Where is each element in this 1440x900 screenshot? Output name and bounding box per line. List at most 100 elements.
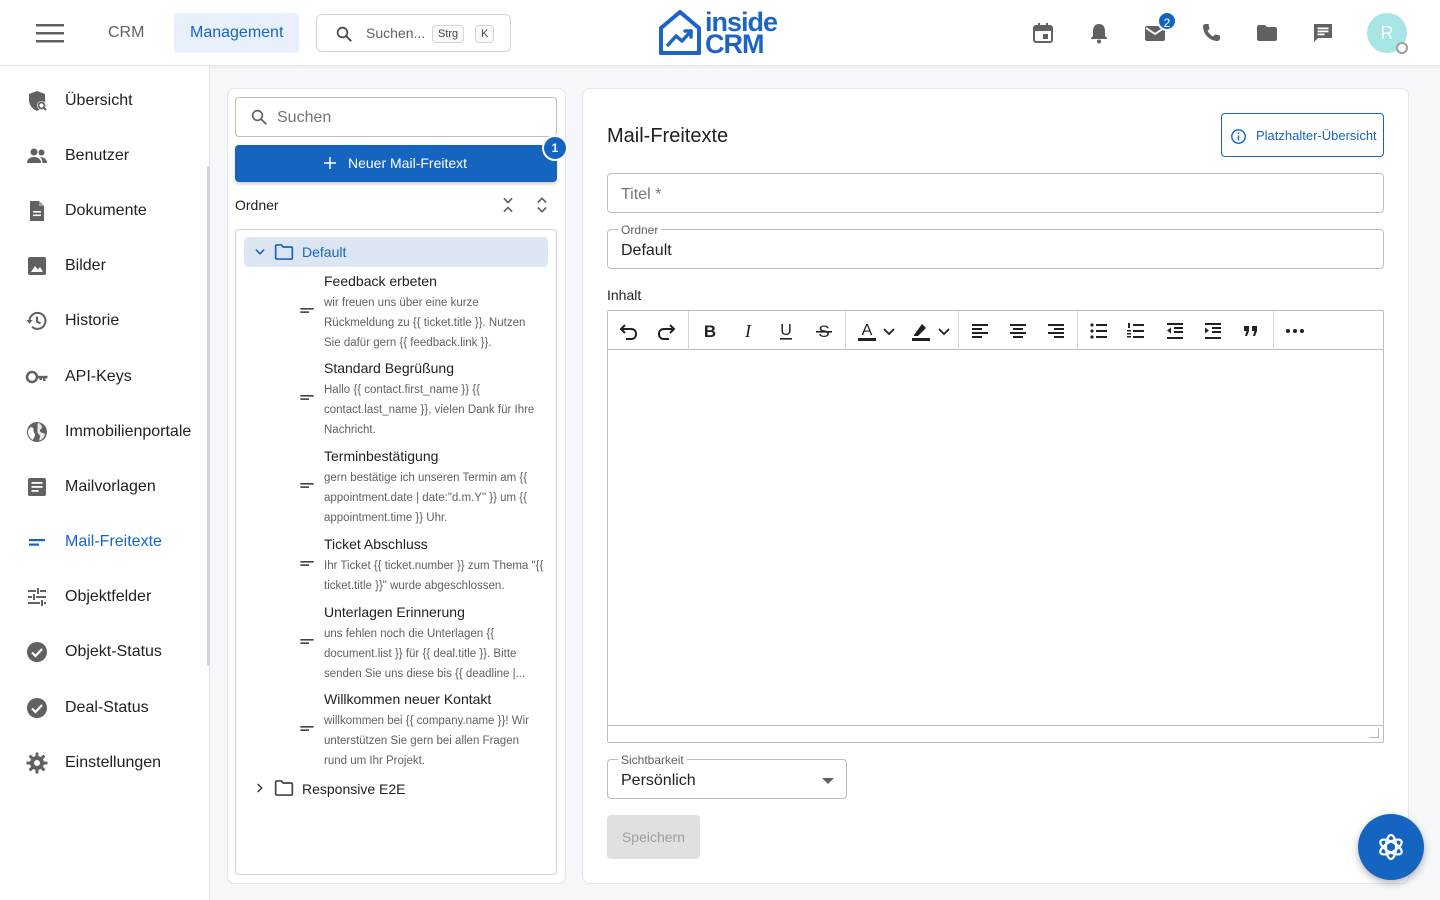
list-item[interactable]: Willkommen neuer Kontakt willkommen bei …	[290, 691, 548, 771]
placeholder-overview-button[interactable]: Platzhalter-Übersicht	[1221, 113, 1384, 157]
folder-row-default[interactable]: Default	[244, 237, 548, 267]
new-freitext-label: Neuer Mail-Freitext	[348, 155, 468, 171]
sidebar-item-historie[interactable]: Historie	[0, 299, 207, 343]
collapse-all-icon[interactable]	[498, 195, 518, 215]
search-icon	[250, 108, 268, 126]
title-input[interactable]: Titel *	[607, 173, 1384, 213]
freitext-preview: gern bestätige ich unseren Termin am {{ …	[324, 472, 528, 524]
sidebar-item-mail-freitexte[interactable]: Mail-Freitexte	[0, 520, 207, 564]
image-icon	[25, 254, 49, 278]
sidebar-item-objektfelder[interactable]: Objektfelder	[0, 575, 207, 619]
sidebar-item-label: Übersicht	[65, 92, 133, 109]
shortcut-key-k: K	[475, 25, 495, 43]
list-item[interactable]: Standard Begrüßung Hallo {{ contact.firs…	[290, 360, 548, 440]
document-icon	[25, 199, 49, 223]
toolbar-divider	[688, 311, 689, 350]
sidebar-item-label: Deal-Status	[65, 699, 149, 716]
short-text-icon	[299, 389, 315, 405]
list-item[interactable]: Feedback erbeten wir freuen uns über ein…	[290, 273, 548, 353]
sidebar-item-bilder[interactable]: Bilder	[0, 244, 207, 288]
menu-icon[interactable]	[35, 22, 65, 44]
bell-icon[interactable]	[1087, 21, 1111, 45]
sidebar-item-label: Einstellungen	[65, 754, 162, 771]
save-button[interactable]: Speichern	[607, 815, 700, 859]
strikethrough-icon[interactable]: S	[812, 319, 836, 343]
tab-management[interactable]: Management	[174, 13, 300, 53]
toolbar-divider	[958, 311, 959, 350]
visibility-select[interactable]: Sichtbarkeit Persönlich	[607, 753, 847, 799]
sidebar-item-einstellungen[interactable]: Einstellungen	[0, 741, 207, 785]
numbered-list-icon[interactable]	[1124, 319, 1148, 343]
sidebar-item-objekt-status[interactable]: Objekt-Status	[0, 630, 207, 674]
new-freitext-button[interactable]: Neuer Mail-Freitext	[235, 145, 557, 182]
toolbar-divider	[1077, 311, 1078, 350]
bullet-list-icon[interactable]	[1087, 319, 1111, 343]
freitext-title: Willkommen neuer Kontakt	[324, 691, 492, 707]
chevron-right-icon[interactable]	[253, 781, 267, 795]
blockquote-icon[interactable]	[1239, 319, 1263, 343]
sidebar-item-benutzer[interactable]: Benutzer	[0, 134, 207, 178]
ai-assistant-button[interactable]	[1358, 814, 1424, 880]
sidebar-item-label: Objekt-Status	[65, 643, 162, 660]
freitext-preview: Hallo {{ contact.first_name }} {{ contac…	[324, 384, 535, 436]
sidebar-item-label: Mailvorlagen	[65, 478, 156, 495]
chevron-down-icon[interactable]	[253, 245, 267, 259]
tab-crm[interactable]: CRM	[92, 13, 160, 53]
visibility-label: Sichtbarkeit	[618, 753, 687, 767]
text-color-icon[interactable]: A	[855, 319, 879, 343]
resize-handle-icon[interactable]	[1369, 728, 1379, 738]
sidebar-item-mailvorlagen[interactable]: Mailvorlagen	[0, 465, 207, 509]
chat-icon[interactable]	[1311, 21, 1335, 45]
sidebar-item-label: Historie	[65, 312, 120, 329]
mail-unread-badge: 2	[1157, 11, 1177, 31]
align-left-icon[interactable]	[968, 319, 992, 343]
folder-field[interactable]: Ordner Default	[607, 223, 1384, 269]
search-placeholder: Suchen	[277, 109, 332, 126]
sidebar-item-dokumente[interactable]: Dokumente	[0, 189, 207, 233]
folder-icon[interactable]	[1255, 21, 1279, 45]
sidebar-item-label: Immobilienportale	[65, 423, 192, 440]
short-text-icon	[299, 477, 315, 493]
list-item[interactable]: Unterlagen Erinnerung uns fehlen noch di…	[290, 604, 548, 684]
chevron-down-icon[interactable]	[936, 319, 952, 343]
sidebar-item-label: Benutzer	[65, 147, 130, 164]
chevron-down-icon[interactable]	[881, 319, 897, 343]
bold-icon[interactable]: B	[698, 319, 722, 343]
align-center-icon[interactable]	[1006, 319, 1030, 343]
calendar-icon[interactable]	[1031, 21, 1055, 45]
sidebar-item-deal-status[interactable]: Deal-Status	[0, 686, 207, 730]
content-label: Inhalt	[607, 287, 642, 303]
indent-icon[interactable]	[1201, 319, 1225, 343]
sidebar-item-label: Mail-Freitexte	[65, 533, 162, 550]
undo-icon[interactable]	[616, 319, 640, 343]
italic-icon[interactable]: I	[736, 319, 760, 343]
toolbar-divider	[1273, 311, 1274, 350]
highlight-color-icon[interactable]	[909, 319, 933, 343]
align-right-icon[interactable]	[1044, 319, 1068, 343]
list-item[interactable]: Ticket Abschluss Ihr Ticket {{ ticket.nu…	[290, 536, 548, 596]
app-logo[interactable]: inside CRM	[658, 7, 788, 59]
search-icon	[335, 25, 353, 43]
svg-text:I: I	[744, 321, 752, 341]
editor-content-area[interactable]	[608, 350, 1383, 725]
more-options-icon[interactable]	[1283, 319, 1307, 343]
redo-icon[interactable]	[655, 319, 679, 343]
global-search-input[interactable]: Suchen... Strg K	[316, 14, 511, 52]
svg-text:A: A	[862, 322, 873, 339]
phone-icon[interactable]	[1199, 21, 1223, 45]
step-badge: 1	[542, 135, 568, 161]
underline-icon[interactable]: U	[774, 319, 798, 343]
freitext-search-input[interactable]: Suchen	[235, 97, 557, 137]
list-item[interactable]: Terminbestätigung gern bestätige ich uns…	[290, 448, 548, 528]
sidebar-scrollbar[interactable]	[207, 166, 210, 666]
expand-all-icon[interactable]	[532, 195, 552, 215]
check-circle-icon	[25, 640, 49, 664]
folder-row-responsive-e2e[interactable]: Responsive E2E	[244, 776, 548, 802]
sidebar-item-api-keys[interactable]: API-Keys	[0, 355, 207, 399]
sidebar-item-uebersicht[interactable]: Übersicht	[0, 79, 207, 123]
freitext-preview: wir freuen uns über eine kurze Rückmeldu…	[324, 297, 526, 349]
outdent-icon[interactable]	[1163, 319, 1187, 343]
freitext-preview: uns fehlen noch die Unterlagen {{ docume…	[324, 628, 526, 680]
tune-icon	[25, 585, 49, 609]
sidebar-item-immobilienportale[interactable]: Immobilienportale	[0, 410, 207, 454]
